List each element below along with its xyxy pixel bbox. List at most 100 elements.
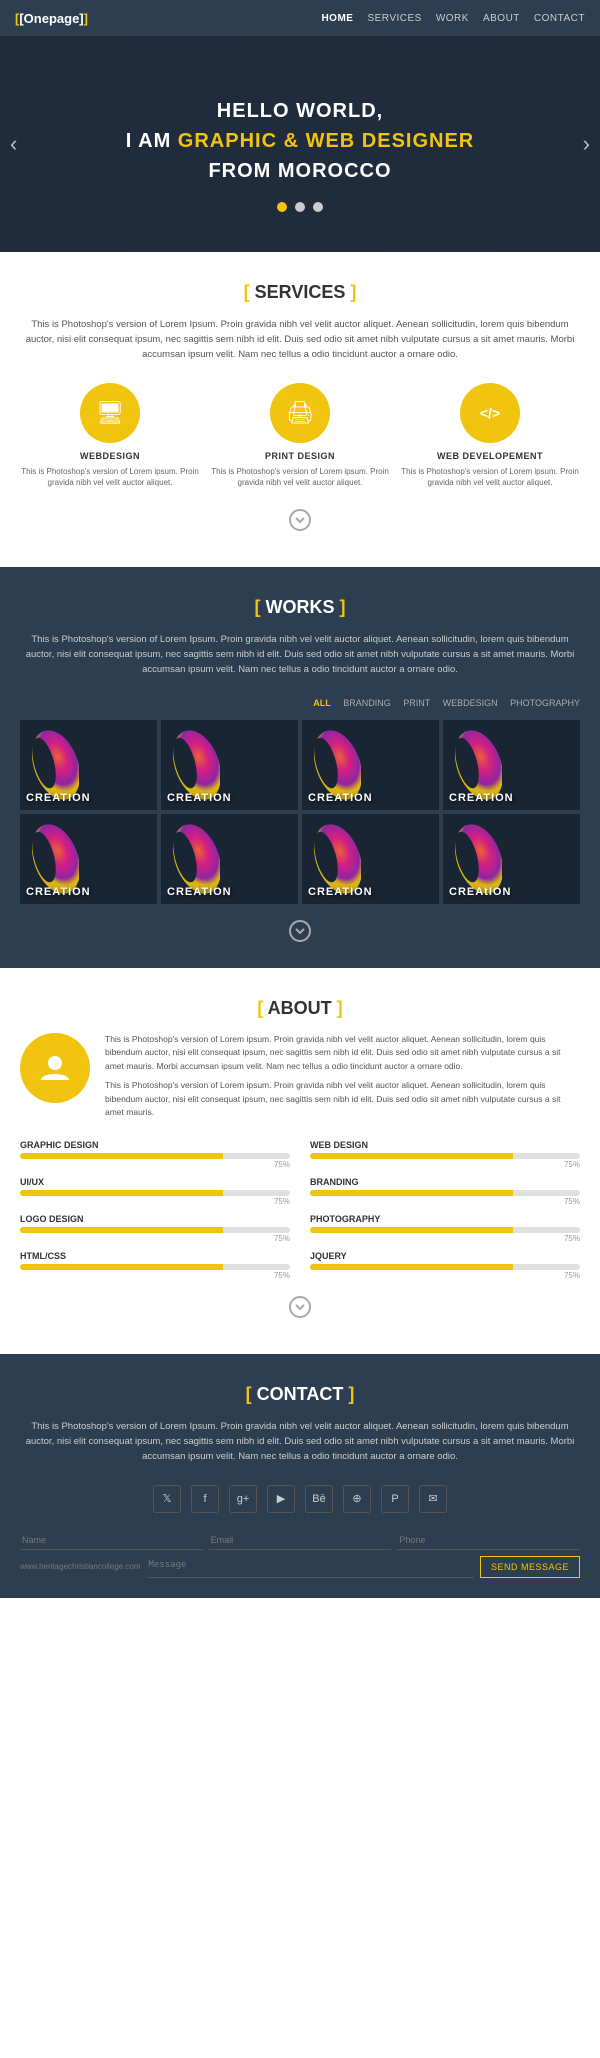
- contact-title-text: CONTACT: [257, 1384, 344, 1404]
- skill-name-htmlcss: HTML/CSS: [20, 1251, 290, 1261]
- nav-brand-bracket2: ]: [84, 11, 88, 26]
- social-facebook[interactable]: f: [191, 1485, 219, 1513]
- hero-line2: I AM GRAPHIC & WEB DESIGNER: [20, 126, 580, 156]
- filter-print[interactable]: PRINT: [403, 698, 430, 708]
- service-desc-print: This is Photoshop's version of Lorem ips…: [210, 466, 390, 488]
- skill-bar-bg-3: [310, 1190, 580, 1196]
- social-email[interactable]: ✉: [419, 1485, 447, 1513]
- works-desc: This is Photoshop's version of Lorem Ips…: [20, 632, 580, 678]
- hero-dot-3[interactable]: [313, 202, 323, 212]
- hero-title: HELLO WORLD, I AM GRAPHIC & WEB DESIGNER…: [20, 96, 580, 186]
- works-section: [ WORKS ] This is Photoshop's version of…: [0, 567, 600, 968]
- filter-branding[interactable]: BRANDING: [343, 698, 391, 708]
- services-title: [ SERVICES ]: [20, 282, 580, 303]
- services-scroll-down[interactable]: [20, 508, 580, 537]
- skill-name-jquery: JQUERY: [310, 1251, 580, 1261]
- service-item-webdesign: 🖥 WEBDESIGN This is Photoshop's version …: [20, 383, 200, 488]
- navbar: [[Onepage]] HOME SERVICES WORK ABOUT CON…: [0, 0, 600, 36]
- send-message-button[interactable]: SEND MESSAGE: [480, 1556, 580, 1578]
- hero-prev-arrow[interactable]: ‹: [10, 131, 17, 157]
- contact-message-input[interactable]: [147, 1556, 474, 1578]
- nav-work[interactable]: WORK: [436, 13, 469, 24]
- contact-phone-input[interactable]: [397, 1531, 580, 1550]
- social-behance[interactable]: Bē: [305, 1485, 333, 1513]
- contact-bracket-close: ]: [348, 1384, 354, 1404]
- about-bracket-open: [: [257, 998, 263, 1018]
- skill-bar-fill-4: [20, 1227, 223, 1233]
- hero-line1: HELLO WORLD,: [20, 96, 580, 126]
- social-icons: 𝕏 f g+ ▶ Bē ⊕ P ✉: [20, 1485, 580, 1513]
- hero-dot-1[interactable]: [277, 202, 287, 212]
- about-text1: This is Photoshop's version of Lorem ips…: [105, 1033, 580, 1074]
- contact-name-input[interactable]: [20, 1531, 203, 1550]
- skill-name-uiux: UI/UX: [20, 1177, 290, 1187]
- skill-name-web-design: WEB DESIGN: [310, 1140, 580, 1150]
- skill-bar-bg-4: [20, 1227, 290, 1233]
- works-filters: ALL BRANDING PRINT WEBDESIGN PHOTOGRAPHY: [20, 698, 580, 708]
- service-desc-webdev: This is Photoshop's version of Lorem ips…: [400, 466, 580, 488]
- skill-pct-5: 75%: [310, 1234, 580, 1243]
- skill-bar-fill-3: [310, 1190, 513, 1196]
- hero-section: ‹ HELLO WORLD, I AM GRAPHIC & WEB DESIGN…: [0, 36, 600, 252]
- skill-logo-design: LOGO DESIGN 75%: [20, 1214, 290, 1243]
- about-avatar: [20, 1033, 90, 1103]
- skill-branding: BRANDING 75%: [310, 1177, 580, 1206]
- work-item-2[interactable]: CREATION: [161, 720, 298, 810]
- nav-brand-text: [Onepage]: [19, 11, 83, 26]
- work-item-4[interactable]: CREATION: [443, 720, 580, 810]
- hero-line2-highlight: GRAPHIC & WEB DESIGNER: [178, 130, 474, 152]
- work-item-8[interactable]: CREAtION: [443, 814, 580, 904]
- social-google-plus[interactable]: g+: [229, 1485, 257, 1513]
- services-desc: This is Photoshop's version of Lorem Ips…: [20, 317, 580, 363]
- social-globe[interactable]: ⊕: [343, 1485, 371, 1513]
- social-pinterest[interactable]: P: [381, 1485, 409, 1513]
- service-item-webdev: </> WEB DEVELOPEMENT This is Photoshop's…: [400, 383, 580, 488]
- social-twitter[interactable]: 𝕏: [153, 1485, 181, 1513]
- work-item-7[interactable]: CREATION: [302, 814, 439, 904]
- works-scroll-down[interactable]: [20, 919, 580, 948]
- skill-htmlcss: HTML/CSS 75%: [20, 1251, 290, 1280]
- nav-home[interactable]: HOME: [321, 13, 353, 24]
- filter-all[interactable]: ALL: [313, 698, 331, 708]
- service-name-webdev: WEB DEVELOPEMENT: [400, 451, 580, 461]
- about-section: [ ABOUT ] This is Photoshop's version of…: [0, 968, 600, 1355]
- social-youtube[interactable]: ▶: [267, 1485, 295, 1513]
- filter-webdesign[interactable]: WEBDESIGN: [443, 698, 498, 708]
- skill-pct-7: 75%: [310, 1271, 580, 1280]
- skill-bar-fill-6: [20, 1264, 223, 1270]
- skill-pct-3: 75%: [310, 1197, 580, 1206]
- skill-bar-bg-2: [20, 1190, 290, 1196]
- nav-services[interactable]: SERVICES: [367, 13, 421, 24]
- nav-about[interactable]: ABOUT: [483, 13, 520, 24]
- about-text2: This is Photoshop's version of Lorem ips…: [105, 1079, 580, 1120]
- skill-pct-1: 75%: [310, 1160, 580, 1169]
- contact-form-row2: www.heritagechristiancollege.com SEND ME…: [20, 1556, 580, 1578]
- work-label-2: CREATION: [167, 792, 232, 804]
- nav-contact[interactable]: CONTACT: [534, 13, 585, 24]
- services-bracket-close: ]: [350, 282, 356, 302]
- works-title-text: WORKS: [266, 597, 335, 617]
- filter-photography[interactable]: PHOTOGRAPHY: [510, 698, 580, 708]
- skill-bar-bg-1: [310, 1153, 580, 1159]
- skill-bar-fill-0: [20, 1153, 223, 1159]
- skill-bar-bg-0: [20, 1153, 290, 1159]
- work-item-3[interactable]: CREATION: [302, 720, 439, 810]
- skill-pct-2: 75%: [20, 1197, 290, 1206]
- about-scroll-down[interactable]: [20, 1295, 580, 1324]
- hero-line2-pre: I AM: [126, 130, 178, 152]
- services-bracket-open: [: [244, 282, 250, 302]
- hero-next-arrow[interactable]: ›: [583, 131, 590, 157]
- services-title-text: SERVICES: [255, 282, 346, 302]
- skill-graphic-design: GRAPHIC DESIGN 75%: [20, 1140, 290, 1169]
- contact-section: [ CONTACT ] This is Photoshop's version …: [0, 1354, 600, 1598]
- works-grid: CREATION CREATION CREATION: [20, 720, 580, 904]
- work-item-5[interactable]: CREATION: [20, 814, 157, 904]
- work-label-5: CREATION: [26, 886, 91, 898]
- work-item-6[interactable]: CREATION: [161, 814, 298, 904]
- service-desc-webdesign: This is Photoshop's version of Lorem ips…: [20, 466, 200, 488]
- work-item-1[interactable]: CREATION: [20, 720, 157, 810]
- contact-email-input[interactable]: [209, 1531, 392, 1550]
- works-bracket-open: [: [254, 597, 260, 617]
- hero-dot-2[interactable]: [295, 202, 305, 212]
- work-label-7: CREATION: [308, 886, 373, 898]
